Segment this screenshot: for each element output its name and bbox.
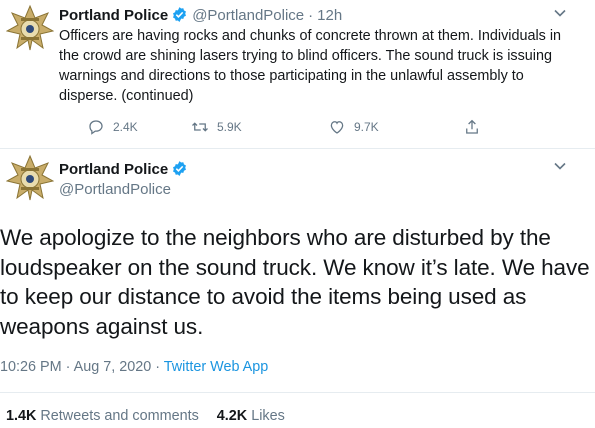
- retweets-value: 1.4K: [6, 408, 37, 424]
- retweets-link[interactable]: 1.4K Retweets and comments: [6, 408, 199, 424]
- reply-count: 2.4K: [113, 120, 138, 134]
- chevron-down-icon: [554, 9, 566, 17]
- chevron-down-icon: [554, 162, 566, 170]
- badge-icon: [6, 154, 54, 201]
- reply-button[interactable]: 2.4K: [87, 117, 138, 137]
- like-icon: [330, 121, 344, 134]
- more-options-button[interactable]: [553, 6, 567, 20]
- tweet-1[interactable]: Portland Police @PortlandPolice · 12h Offic…: [0, 0, 595, 148]
- share-icon: [466, 119, 478, 134]
- author-name[interactable]: Portland Police: [59, 7, 168, 24]
- author-handle[interactable]: @PortlandPolice: [59, 180, 171, 200]
- separator-dot: ·: [155, 359, 161, 375]
- verified-icon: [173, 7, 187, 22]
- author-name[interactable]: Portland Police: [59, 161, 168, 178]
- source-app-link[interactable]: Twitter Web App: [164, 359, 269, 375]
- retweets-label: Retweets and comments: [40, 408, 199, 424]
- tweet-timestamp[interactable]: 10:26 PM · Aug 7, 2020: [0, 359, 151, 375]
- separator-dot: ·: [308, 7, 314, 24]
- divider: [0, 392, 595, 393]
- retweet-icon: [192, 122, 208, 132]
- badge-icon: [6, 4, 54, 51]
- tweet-header: Portland Police @PortlandPolice · 12h: [59, 6, 342, 26]
- reply-icon: [89, 120, 103, 135]
- avatar[interactable]: [6, 154, 54, 202]
- verified-icon: [173, 161, 187, 176]
- likes-label: Likes: [251, 408, 285, 424]
- like-count: 9.7K: [354, 120, 379, 134]
- divider: [0, 148, 595, 149]
- tweet-text: We apologize to the neighbors who are di…: [0, 225, 590, 339]
- retweet-button[interactable]: 5.9K: [191, 117, 242, 137]
- share-button[interactable]: [463, 117, 489, 137]
- like-button[interactable]: 9.7K: [328, 117, 379, 137]
- likes-value: 4.2K: [216, 408, 248, 424]
- engagement-counts: 1.4K Retweets and comments 4.2K Likes: [6, 406, 285, 426]
- avatar[interactable]: [6, 4, 54, 52]
- tweet-time[interactable]: 12h: [317, 7, 342, 24]
- retweet-count: 5.9K: [217, 120, 242, 134]
- author-handle[interactable]: @PortlandPolice: [192, 7, 304, 24]
- author-name-row: Portland Police: [59, 160, 188, 180]
- tweet-meta: 10:26 PM · Aug 7, 2020 · Twitter Web App: [0, 357, 268, 377]
- more-options-button[interactable]: [553, 159, 567, 173]
- likes-link[interactable]: 4.2K Likes: [217, 408, 285, 424]
- tweet-text: Officers are having rocks and chunks of …: [59, 28, 562, 104]
